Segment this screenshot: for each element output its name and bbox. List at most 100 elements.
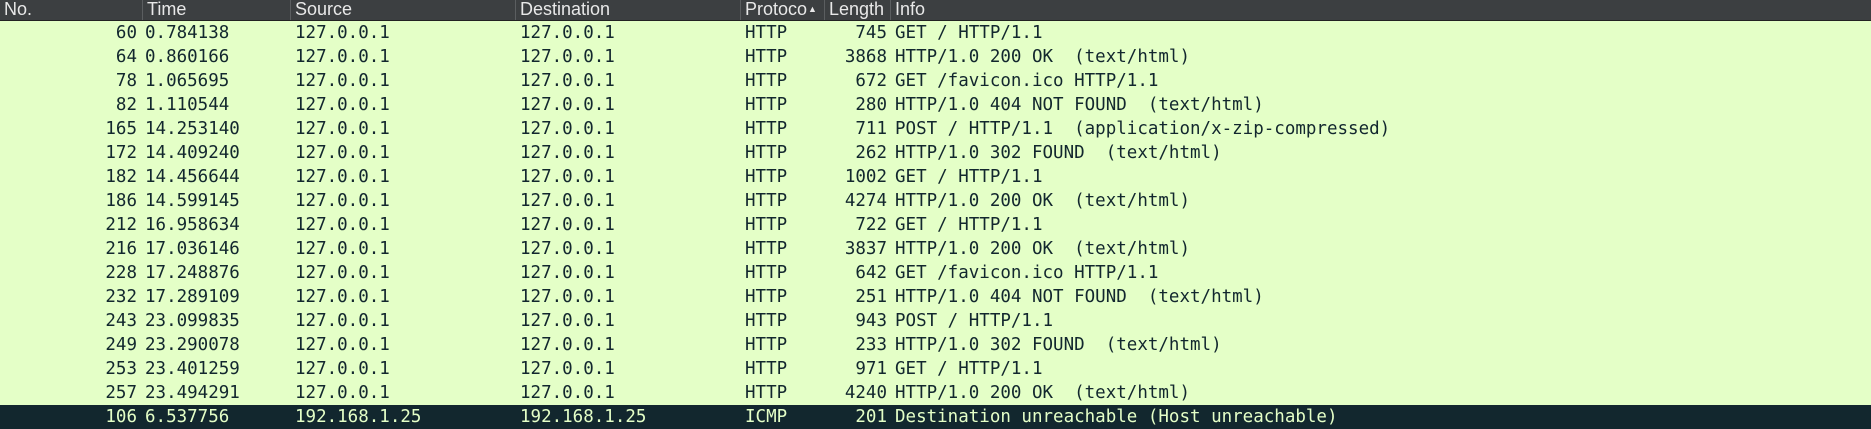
packet-destination: 127.0.0.1 — [520, 71, 615, 91]
packet-protocol: HTTP — [745, 47, 788, 67]
packet-info: HTTP/1.0 302 FOUND (text/html) — [895, 143, 1222, 163]
packet-length: 201 — [855, 407, 887, 427]
packet-row[interactable]: 186 14.599145 127.0.0.1 127.0.0.1 HTTP 4… — [0, 189, 1871, 213]
packet-destination: 127.0.0.1 — [520, 47, 615, 67]
column-header-source[interactable]: Source — [291, 0, 516, 20]
packet-time: 23.290078 — [145, 335, 240, 355]
packet-length: 943 — [855, 311, 887, 331]
packet-row[interactable]: 60 0.784138 127.0.0.1 127.0.0.1 HTTP 745… — [0, 21, 1871, 45]
packet-row[interactable]: 64 0.860166 127.0.0.1 127.0.0.1 HTTP 386… — [0, 45, 1871, 69]
packet-info: GET /favicon.ico HTTP/1.1 — [895, 263, 1159, 283]
packet-row[interactable]: 228 17.248876 127.0.0.1 127.0.0.1 HTTP 6… — [0, 261, 1871, 285]
packet-row[interactable]: 82 1.110544 127.0.0.1 127.0.0.1 HTTP 280… — [0, 93, 1871, 117]
sort-ascending-icon: ▲ — [808, 4, 817, 14]
packet-row[interactable]: 78 1.065695 127.0.0.1 127.0.0.1 HTTP 672… — [0, 69, 1871, 93]
packet-time: 16.958634 — [145, 215, 240, 235]
packet-row[interactable]: 243 23.099835 127.0.0.1 127.0.0.1 HTTP 9… — [0, 309, 1871, 333]
packet-protocol: HTTP — [745, 143, 788, 163]
packet-time: 0.860166 — [145, 47, 230, 67]
packet-source: 127.0.0.1 — [295, 47, 390, 67]
column-header-no[interactable]: No. — [0, 0, 143, 20]
packet-time: 1.110544 — [145, 95, 230, 115]
packet-no: 243 — [105, 311, 137, 331]
packet-destination: 127.0.0.1 — [520, 119, 615, 139]
packet-length: 3868 — [844, 47, 887, 67]
column-header-length[interactable]: Length — [825, 0, 891, 20]
packet-no: 253 — [105, 359, 137, 379]
packet-no: 249 — [105, 335, 137, 355]
packet-source: 127.0.0.1 — [295, 215, 390, 235]
packet-info: HTTP/1.0 200 OK (text/html) — [895, 191, 1191, 211]
packet-time: 1.065695 — [145, 71, 230, 91]
packet-info: POST / HTTP/1.1 (application/x-zip-compr… — [895, 119, 1391, 139]
packet-info: HTTP/1.0 404 NOT FOUND (text/html) — [895, 95, 1264, 115]
packet-destination: 127.0.0.1 — [520, 23, 615, 43]
packet-source: 127.0.0.1 — [295, 95, 390, 115]
packet-source: 127.0.0.1 — [295, 335, 390, 355]
packet-row[interactable]: 212 16.958634 127.0.0.1 127.0.0.1 HTTP 7… — [0, 213, 1871, 237]
column-header-destination-label: Destination — [520, 0, 611, 19]
packet-info: POST / HTTP/1.1 — [895, 311, 1054, 331]
packet-row[interactable]: 253 23.401259 127.0.0.1 127.0.0.1 HTTP 9… — [0, 357, 1871, 381]
column-header-info-label: Info — [895, 0, 926, 19]
packet-protocol: HTTP — [745, 359, 788, 379]
column-header-length-label: Length — [829, 0, 885, 19]
packet-no: 186 — [105, 191, 137, 211]
packet-row[interactable]: 232 17.289109 127.0.0.1 127.0.0.1 HTTP 2… — [0, 285, 1871, 309]
packet-length: 3837 — [844, 239, 887, 259]
column-header-time-label: Time — [147, 0, 187, 19]
packet-protocol: HTTP — [745, 383, 788, 403]
packet-protocol: HTTP — [745, 287, 788, 307]
packet-length: 262 — [855, 143, 887, 163]
packet-no: 60 — [115, 23, 137, 43]
packet-protocol: HTTP — [745, 95, 788, 115]
packet-destination: 127.0.0.1 — [520, 215, 615, 235]
packet-destination: 127.0.0.1 — [520, 167, 615, 187]
packet-no: 64 — [115, 47, 137, 67]
packet-info: HTTP/1.0 200 OK (text/html) — [895, 239, 1191, 259]
packet-time: 23.401259 — [145, 359, 240, 379]
packet-row-selected[interactable]: 106 6.537756 192.168.1.25 192.168.1.25 I… — [0, 405, 1871, 429]
packet-row[interactable]: 216 17.036146 127.0.0.1 127.0.0.1 HTTP 3… — [0, 237, 1871, 261]
packet-source: 127.0.0.1 — [295, 23, 390, 43]
packet-time: 0.784138 — [145, 23, 230, 43]
packet-protocol: HTTP — [745, 71, 788, 91]
column-header-info[interactable]: Info — [891, 0, 1871, 20]
column-header-protocol[interactable]: Protoco▲ — [741, 0, 825, 20]
packet-info: GET /favicon.ico HTTP/1.1 — [895, 71, 1159, 91]
packet-source: 127.0.0.1 — [295, 119, 390, 139]
packet-row[interactable]: 165 14.253140 127.0.0.1 127.0.0.1 HTTP 7… — [0, 117, 1871, 141]
column-header-destination[interactable]: Destination — [516, 0, 741, 20]
packet-source: 127.0.0.1 — [295, 71, 390, 91]
packet-info: GET / HTTP/1.1 — [895, 215, 1043, 235]
packet-protocol: HTTP — [745, 167, 788, 187]
packet-protocol: HTTP — [745, 119, 788, 139]
packet-destination: 127.0.0.1 — [520, 263, 615, 283]
packet-row[interactable]: 182 14.456644 127.0.0.1 127.0.0.1 HTTP 1… — [0, 165, 1871, 189]
packet-length: 4240 — [844, 383, 887, 403]
packet-length: 280 — [855, 95, 887, 115]
packet-time: 14.456644 — [145, 167, 240, 187]
packet-row[interactable]: 172 14.409240 127.0.0.1 127.0.0.1 HTTP 2… — [0, 141, 1871, 165]
packet-protocol: HTTP — [745, 23, 788, 43]
packet-time: 6.537756 — [145, 407, 230, 427]
packet-no: 165 — [105, 119, 137, 139]
packet-source: 127.0.0.1 — [295, 239, 390, 259]
packet-protocol: HTTP — [745, 191, 788, 211]
packet-length: 4274 — [844, 191, 887, 211]
packet-row[interactable]: 249 23.290078 127.0.0.1 127.0.0.1 HTTP 2… — [0, 333, 1871, 357]
packet-source: 127.0.0.1 — [295, 359, 390, 379]
packet-no: 232 — [105, 287, 137, 307]
packet-time: 17.289109 — [145, 287, 240, 307]
packet-destination: 127.0.0.1 — [520, 383, 615, 403]
packet-length: 971 — [855, 359, 887, 379]
packet-row[interactable]: 257 23.494291 127.0.0.1 127.0.0.1 HTTP 4… — [0, 381, 1871, 405]
packet-time: 17.248876 — [145, 263, 240, 283]
packet-time: 23.099835 — [145, 311, 240, 331]
packet-time: 14.409240 — [145, 143, 240, 163]
column-header-time[interactable]: Time — [143, 0, 291, 20]
packet-protocol: HTTP — [745, 335, 788, 355]
packet-no: 228 — [105, 263, 137, 283]
packet-source: 127.0.0.1 — [295, 263, 390, 283]
column-header-source-label: Source — [295, 0, 353, 19]
